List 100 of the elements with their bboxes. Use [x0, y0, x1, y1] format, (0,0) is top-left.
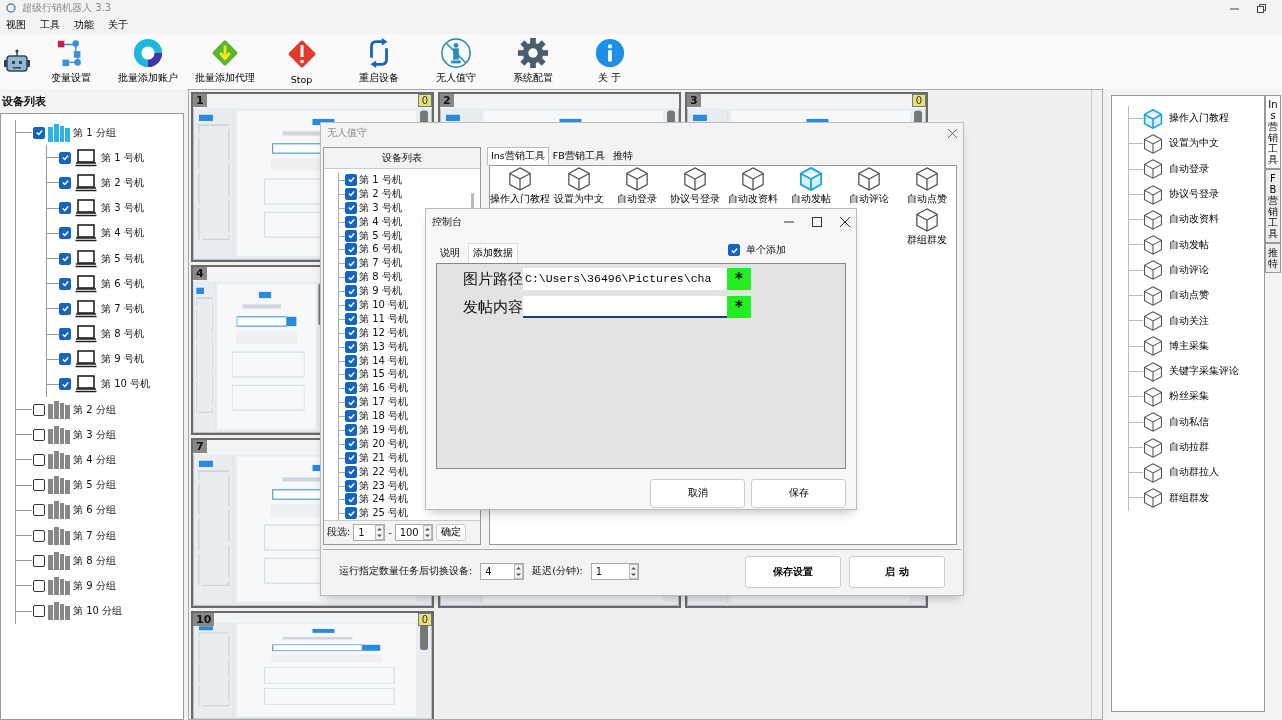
checkbox[interactable] — [345, 271, 357, 284]
tool-item[interactable]: 自动登录 — [1129, 156, 1215, 182]
number-field[interactable]: 1 — [353, 524, 386, 541]
checkbox[interactable] — [345, 326, 357, 339]
device-label[interactable]: 第 13 号机 — [359, 339, 409, 354]
toolbar-button[interactable]: 重启设备 — [340, 37, 417, 89]
device-label[interactable]: 第 3 号机 — [359, 200, 402, 215]
checkbox[interactable] — [33, 554, 45, 567]
checkbox[interactable] — [345, 437, 357, 450]
tab[interactable]: 添加数据 — [468, 243, 518, 263]
checkbox[interactable] — [33, 479, 45, 492]
checkbox[interactable] — [33, 454, 45, 467]
checkbox[interactable] — [59, 227, 71, 240]
tool-button[interactable]: 自动发帖 — [782, 167, 840, 208]
device-label[interactable]: 第 5 号机 — [359, 228, 402, 243]
checkbox-label[interactable]: 单个添加 — [746, 243, 786, 257]
device-label[interactable]: 第 21 号机 — [359, 450, 409, 465]
group-label[interactable]: 第 7 分组 — [73, 528, 116, 543]
action-button[interactable]: 保存设置 — [745, 555, 841, 588]
checkbox[interactable] — [59, 202, 71, 215]
group-label[interactable]: 第 3 分组 — [73, 427, 116, 442]
spin-icon[interactable] — [375, 525, 385, 540]
tool-item[interactable]: 博主采集 — [1129, 333, 1215, 359]
tool-button[interactable]: 自动改资料 — [724, 167, 782, 208]
checkbox[interactable] — [59, 353, 71, 366]
menu-item[interactable]: 关于 — [108, 18, 128, 32]
tab[interactable]: 推特 — [1265, 243, 1281, 273]
checkbox[interactable] — [345, 423, 357, 436]
group-label[interactable]: 第 2 分组 — [73, 402, 116, 417]
group-label[interactable]: 第 9 分组 — [73, 578, 116, 593]
device-label[interactable]: 第 9 号机 — [359, 284, 402, 299]
checkbox[interactable] — [728, 244, 740, 256]
tab[interactable]: FB营销工具 — [1265, 169, 1281, 243]
spin-icon[interactable] — [628, 564, 638, 579]
checkbox[interactable] — [33, 428, 45, 441]
device-label[interactable]: 第 6 号机 — [101, 276, 144, 291]
tool-item[interactable]: 自动改资料 — [1129, 207, 1225, 233]
group-label[interactable]: 第 8 分组 — [73, 553, 116, 568]
device-label[interactable]: 第 11 号机 — [359, 311, 409, 326]
dialog-button[interactable]: 保存 — [751, 479, 846, 508]
checkbox[interactable] — [33, 403, 45, 416]
toolbar-button[interactable]: 变量设置 — [32, 37, 109, 89]
device-label[interactable]: 第 6 号机 — [359, 242, 402, 257]
number-field[interactable]: 100 — [394, 524, 433, 541]
tool-item[interactable]: 操作入门教程 — [1129, 106, 1235, 132]
checkbox[interactable] — [345, 465, 357, 478]
device-label[interactable]: 第 8 号机 — [101, 327, 144, 342]
checkbox[interactable] — [345, 285, 357, 298]
device-label[interactable]: 第 15 号机 — [359, 367, 409, 382]
checkbox[interactable] — [345, 340, 357, 353]
toolbar-button[interactable]: 批量添加账户 — [109, 37, 186, 89]
tool-item[interactable]: 自动点赞 — [1129, 283, 1215, 309]
spin-icon[interactable] — [514, 564, 524, 579]
device-label[interactable]: 第 16 号机 — [359, 381, 409, 396]
tool-item[interactable]: 群组群发 — [1129, 485, 1215, 511]
checkbox[interactable] — [345, 187, 357, 200]
device-label[interactable]: 第 20 号机 — [359, 436, 409, 451]
checkbox[interactable] — [33, 579, 45, 592]
toolbar-button[interactable]: 无人值守 — [417, 37, 494, 89]
tool-button[interactable]: 操作入门教程 — [490, 167, 550, 208]
checkbox[interactable] — [59, 277, 71, 290]
tool-item[interactable]: 自动私信 — [1129, 409, 1215, 435]
group-label[interactable]: 第 6 分组 — [73, 503, 116, 518]
device-label[interactable]: 第 2 号机 — [359, 186, 402, 201]
device-label[interactable]: 第 25 号机 — [359, 506, 409, 520]
device-label[interactable]: 第 14 号机 — [359, 353, 409, 368]
checkbox[interactable] — [59, 302, 71, 315]
toolbar-button[interactable]: Stop — [263, 37, 340, 89]
device-label[interactable]: 第 3 号机 — [101, 201, 144, 216]
close-icon[interactable] — [948, 128, 957, 138]
checkbox[interactable] — [33, 126, 45, 139]
close-icon[interactable] — [840, 217, 850, 227]
checkbox[interactable] — [345, 410, 357, 423]
checkbox[interactable] — [59, 252, 71, 265]
tool-item[interactable]: 设置为中文 — [1129, 131, 1225, 157]
device-label[interactable]: 第 9 号机 — [101, 352, 144, 367]
toolbar-button[interactable]: 关 于 — [571, 37, 648, 89]
device-label[interactable]: 第 4 号机 — [359, 214, 402, 229]
tool-item[interactable]: 协议号登录 — [1129, 181, 1225, 208]
checkbox[interactable] — [33, 529, 45, 542]
checkbox[interactable] — [345, 229, 357, 242]
group-label[interactable]: 第 4 分组 — [73, 453, 116, 468]
checkbox[interactable] — [33, 605, 45, 618]
tab[interactable]: 说明 — [436, 244, 464, 263]
tool-item[interactable]: 自动关注 — [1129, 308, 1215, 334]
checkbox[interactable] — [345, 368, 357, 381]
checkbox[interactable] — [59, 176, 71, 189]
checkbox[interactable] — [345, 493, 357, 506]
checkbox[interactable] — [345, 243, 357, 256]
maximize-icon[interactable] — [812, 217, 822, 227]
input-field[interactable] — [523, 296, 727, 318]
device-label[interactable]: 第 18 号机 — [359, 409, 409, 424]
toolbar-button[interactable]: 批量添加代理 — [186, 37, 263, 89]
checkbox[interactable] — [59, 378, 71, 391]
device-label[interactable]: 第 5 号机 — [101, 251, 144, 266]
tab[interactable]: FB营销工具 — [548, 147, 609, 165]
spin-icon[interactable] — [422, 525, 432, 540]
tool-item[interactable]: 自动评论 — [1129, 257, 1215, 284]
tool-item[interactable]: 自动拉群 — [1129, 434, 1215, 461]
device-label[interactable]: 第 2 号机 — [101, 175, 144, 190]
